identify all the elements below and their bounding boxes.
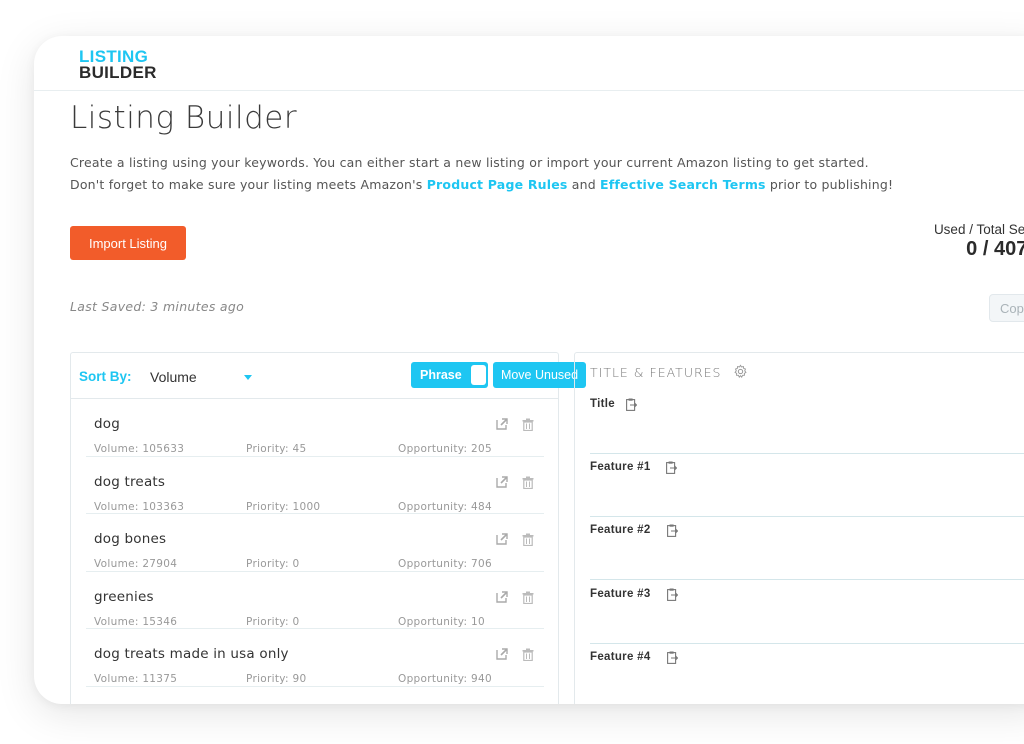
logo-line-2: BUILDER (79, 63, 157, 82)
keyword-name: dog treats made in usa only (94, 646, 289, 662)
listing-field[interactable]: Feature #2 (590, 517, 1024, 581)
trash-icon[interactable] (522, 418, 534, 431)
keyword-priority: Priority: 1000 (246, 500, 321, 513)
trash-icon[interactable] (522, 533, 534, 546)
external-link-icon[interactable] (496, 418, 508, 430)
sort-by-label: Sort By: (79, 369, 132, 384)
intro-line-1: Create a listing using your keywords. Yo… (70, 155, 869, 170)
trash-icon[interactable] (522, 476, 534, 489)
keywords-toolbar: Sort By: Volume Phrase Move Unused (71, 353, 586, 399)
sort-by-select[interactable]: Volume (150, 369, 197, 385)
clipboard-paste-icon[interactable] (667, 524, 678, 538)
keyword-volume: Volume: 11375 (94, 673, 178, 685)
usage-label: Used / Total Searc (933, 222, 1024, 237)
keyword-priority: Priority: 45 (246, 443, 307, 455)
keyword-volume: Volume: 15346 (94, 615, 178, 628)
keyword-opportunity: Opportunity: 940 (398, 673, 492, 685)
intro-suffix: prior to publishing! (765, 177, 894, 192)
intro-prefix: Don't forget to make sure your listing m… (70, 177, 427, 192)
listing-field[interactable]: Feature #4 (590, 644, 1024, 704)
move-unused-button[interactable]: Move Unused (493, 362, 586, 388)
last-saved-status: Last Saved: 3 minutes ago (70, 299, 245, 314)
keyword-priority: Priority: 0 (246, 558, 300, 570)
keyword-list: dog Volume: 105633 Priority: 45 Opportun… (86, 399, 544, 687)
keyword-priority: Priority: 90 (246, 673, 307, 685)
keyword-name: dog bones (94, 531, 167, 547)
keyword-item[interactable]: dog bones Volume: 27904 Priority: 0 Oppo… (86, 514, 544, 572)
clipboard-paste-icon[interactable] (626, 398, 637, 411)
field-label: Feature #1 (590, 461, 651, 474)
effective-search-terms-link[interactable]: Effective Search Terms (600, 177, 766, 192)
field-label: Feature #2 (590, 524, 651, 537)
title-features-heading: TITLE & FEATURES (590, 365, 722, 380)
top-bar: LISTING BUILDER (34, 36, 1024, 91)
toggle-knob[interactable] (471, 365, 486, 385)
keyword-item[interactable]: dog Volume: 105633 Priority: 45 Opportun… (86, 399, 544, 457)
field-label: Title (590, 398, 615, 410)
copy-button[interactable]: Copy (989, 294, 1024, 322)
external-link-icon[interactable] (496, 648, 508, 660)
trash-icon[interactable] (522, 591, 534, 604)
keyword-volume: Volume: 27904 (94, 558, 178, 570)
keyword-name: greenies (94, 588, 154, 605)
usage-value: 0 / 407,8 (966, 238, 1024, 260)
clipboard-paste-icon[interactable] (666, 461, 677, 475)
clipboard-paste-icon[interactable] (667, 588, 678, 601)
title-features-panel: TITLE & FEATURES Title Feature #1 Featur… (574, 352, 1024, 704)
keyword-opportunity: Opportunity: 10 (398, 615, 485, 628)
external-link-icon[interactable] (496, 475, 508, 488)
chevron-down-icon[interactable] (244, 375, 252, 380)
intro-mid: and (567, 177, 601, 192)
phrase-toggle-label: Phrase (420, 368, 462, 382)
app-window: LISTING BUILDER Listing Builder Create a… (34, 36, 1024, 704)
gear-icon[interactable] (733, 364, 748, 379)
keyword-item[interactable]: greenies Volume: 15346 Priority: 0 Oppor… (86, 572, 544, 629)
listing-field[interactable]: Feature #3 (590, 581, 1024, 644)
field-label: Feature #4 (590, 650, 651, 663)
trash-icon[interactable] (522, 648, 534, 661)
clipboard-paste-icon[interactable] (667, 651, 678, 664)
keyword-priority: Priority: 0 (246, 615, 300, 628)
field-label: Feature #3 (590, 587, 651, 600)
import-listing-button[interactable]: Import Listing (70, 226, 186, 260)
keyword-item[interactable]: dog treats Volume: 103363 Priority: 1000… (86, 457, 544, 514)
logo[interactable]: LISTING BUILDER (79, 48, 157, 82)
keyword-name: dog treats (94, 473, 166, 490)
keywords-panel: Sort By: Volume Phrase Move Unused dog V… (70, 352, 586, 704)
keyword-opportunity: Opportunity: 706 (398, 558, 492, 570)
intro-line-2: Don't forget to make sure your listing m… (70, 174, 893, 196)
external-link-icon[interactable] (496, 590, 508, 603)
intro-text: Create a listing using your keywords. Yo… (70, 152, 893, 196)
keyword-opportunity: Opportunity: 484 (398, 500, 492, 513)
listing-field[interactable]: Feature #1 (590, 454, 1024, 518)
keyword-opportunity: Opportunity: 205 (398, 443, 492, 455)
keyword-volume: Volume: 105633 (94, 443, 185, 455)
search-usage: Used / Total Searc 0 / 407,8 (934, 222, 1024, 261)
external-link-icon[interactable] (496, 533, 508, 545)
listing-field[interactable]: Title (590, 391, 1024, 454)
phrase-toggle[interactable]: Phrase (411, 362, 488, 388)
page-title: Listing Builder (70, 100, 298, 136)
keyword-name: dog (94, 416, 120, 432)
keyword-item[interactable]: dog treats made in usa only Volume: 1137… (86, 629, 544, 687)
keyword-volume: Volume: 103363 (94, 500, 185, 513)
product-page-rules-link[interactable]: Product Page Rules (427, 177, 568, 192)
